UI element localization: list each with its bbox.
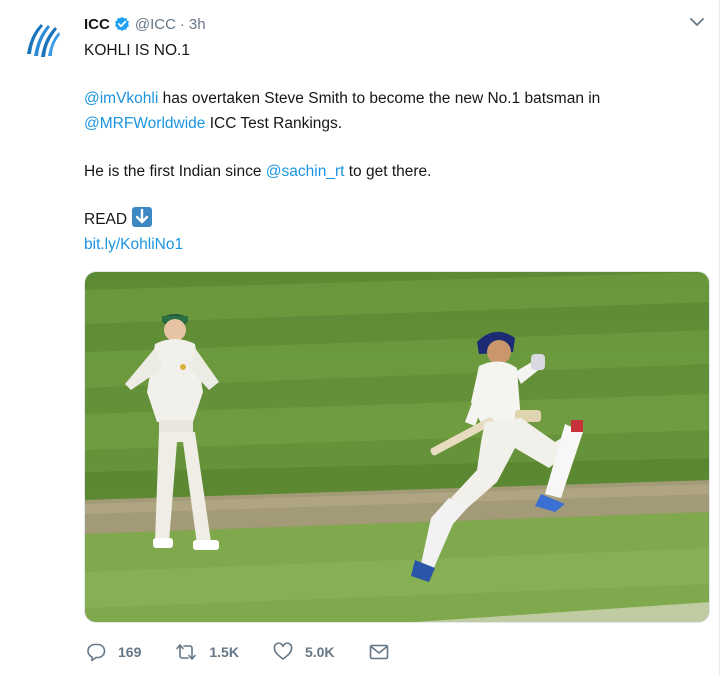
retweet-button[interactable]: 1.5K: [175, 642, 239, 662]
tweet-header: ICC @ICC · 3h: [84, 13, 703, 35]
author-name[interactable]: ICC: [84, 16, 110, 33]
tweet-timestamp[interactable]: 3h: [189, 16, 206, 33]
like-button[interactable]: 5.0K: [273, 642, 335, 662]
chevron-down-icon[interactable]: [689, 16, 705, 28]
tweet-photo[interactable]: [84, 271, 710, 623]
envelope-icon: [369, 644, 388, 660]
tweet-text: KOHLI IS NO.1 @imVkohli has overtaken St…: [84, 38, 694, 257]
tweet-text-segment: He is the first Indian since: [84, 163, 266, 180]
avatar[interactable]: [17, 14, 69, 66]
reply-button[interactable]: 169: [86, 642, 141, 662]
short-link[interactable]: bit.ly/KohliNo1: [84, 236, 183, 253]
verified-badge-icon: [114, 16, 129, 31]
mention-link-mrf[interactable]: @MRFWorldwide: [84, 115, 205, 132]
tweet-actions: 169 1.5K 5.0K: [86, 640, 435, 664]
tweet-text-segment: ICC Test Rankings.: [205, 115, 343, 132]
reply-count: 169: [118, 644, 142, 660]
headline: KOHLI IS NO.1: [84, 42, 190, 59]
tweet-text-segment: has overtaken Steve Smith to become the …: [158, 90, 601, 107]
tweet-card[interactable]: ICC @ICC · 3h KOHLI IS NO.1 @imVkohli ha…: [0, 0, 720, 675]
retweet-count: 1.5K: [209, 644, 239, 660]
down-arrow-emoji-icon: [132, 207, 153, 227]
header-separator: ·: [179, 15, 185, 33]
author-handle[interactable]: @ICC: [135, 16, 176, 33]
mention-link-sachin[interactable]: @sachin_rt: [266, 163, 345, 180]
tweet-text-segment: to get there.: [344, 163, 432, 180]
direct-message-button[interactable]: [369, 643, 401, 661]
reply-icon: [87, 643, 106, 662]
retweet-icon: [176, 644, 197, 660]
like-count: 5.0K: [304, 644, 335, 660]
icc-logo-icon: [18, 15, 68, 65]
heart-icon: [273, 642, 293, 660]
cricket-photo-image: [85, 272, 709, 622]
mention-link-kohli[interactable]: @imVkohli: [84, 90, 158, 107]
read-label: READ: [84, 211, 128, 228]
